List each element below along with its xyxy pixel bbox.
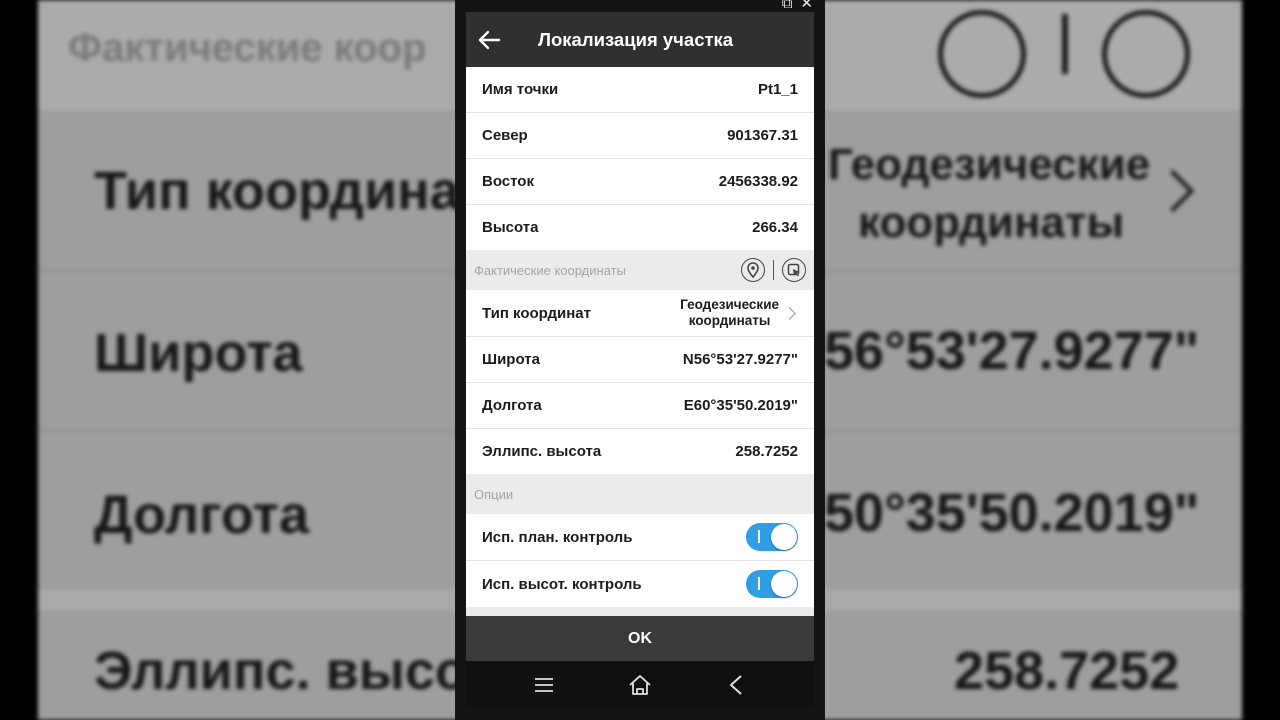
plan-control-label: Исп. план. контроль bbox=[482, 528, 633, 546]
menu-icon bbox=[535, 677, 553, 692]
latitude-value: N56°53'27.9277" bbox=[682, 351, 798, 368]
bg-longitude-label: Долгота bbox=[94, 485, 309, 545]
bg-latitude-value: 56°53'27.9277" bbox=[824, 321, 1200, 381]
app-screen: Локализация участка Имя точки Pt1_1 Севе… bbox=[466, 12, 814, 708]
longitude-label: Долгота bbox=[482, 397, 542, 414]
height-value: 266.34 bbox=[752, 219, 798, 236]
bg-coord-type-value-1: Геодезические bbox=[828, 140, 1151, 189]
longitude-value: E60°35'50.2019" bbox=[683, 397, 798, 414]
height-control-label: Исп. высот. контроль bbox=[482, 575, 642, 593]
bg-select-icon bbox=[1102, 10, 1190, 98]
options-section-header: Опции bbox=[466, 474, 814, 514]
bg-latitude-label: Широта bbox=[94, 323, 303, 383]
toggle-on-mark bbox=[758, 530, 760, 543]
section-tools bbox=[740, 258, 806, 282]
latitude-label: Широта bbox=[482, 351, 540, 368]
close-icon[interactable]: ✕ bbox=[800, 0, 813, 11]
coord-type-value-line2: координаты bbox=[688, 313, 771, 328]
plan-control-row: Исп. план. контроль bbox=[466, 514, 814, 561]
section-title: Фактические координаты bbox=[474, 262, 626, 278]
coord-type-selector[interactable]: Геодезические координаты bbox=[680, 297, 798, 329]
coord-type-label: Тип координат bbox=[482, 304, 591, 322]
popout-icon[interactable]: ⧉ bbox=[782, 0, 793, 11]
bg-chevron-icon bbox=[1151, 169, 1195, 213]
bg-ellipse-value: 258.7252 bbox=[954, 641, 1180, 701]
coord-type-row[interactable]: Тип координат Геодезические координаты bbox=[466, 290, 814, 337]
height-label: Высота bbox=[482, 219, 539, 236]
select-point-button[interactable] bbox=[782, 258, 806, 282]
east-label: Восток bbox=[482, 173, 534, 190]
back-chevron-icon bbox=[730, 674, 742, 695]
bg-coord-type-label: Тип координат bbox=[94, 161, 487, 221]
north-label: Север bbox=[482, 127, 528, 144]
bg-separator bbox=[1062, 14, 1068, 74]
east-row[interactable]: Восток 2456338.92 bbox=[466, 159, 814, 205]
nav-back-button[interactable] bbox=[716, 665, 756, 705]
bg-longitude-value: 50°35'50.2019" bbox=[824, 483, 1200, 543]
location-pin-icon bbox=[746, 262, 759, 278]
actual-coords-section-header: Фактические координаты bbox=[466, 250, 814, 290]
home-button[interactable] bbox=[620, 665, 660, 705]
point-name-row[interactable]: Имя точки Pt1_1 bbox=[466, 67, 814, 113]
coord-type-value: Геодезические координаты bbox=[680, 297, 779, 329]
ellipsoid-height-label: Эллипс. высота bbox=[482, 443, 602, 460]
app-bar: Локализация участка bbox=[466, 12, 814, 67]
bg-section-header: Фактические коор bbox=[68, 26, 427, 70]
ok-button[interactable]: OK bbox=[466, 616, 814, 661]
east-value: 2456338.92 bbox=[718, 173, 798, 190]
select-point-icon bbox=[787, 263, 800, 277]
page-title: Локализация участка bbox=[538, 28, 734, 50]
ellipsoid-height-value: 258.7252 bbox=[735, 443, 798, 460]
bg-coord-type-value-2: координаты bbox=[858, 198, 1125, 247]
bg-location-icon bbox=[938, 10, 1026, 98]
height-control-row: Исп. высот. контроль bbox=[466, 561, 814, 607]
chevron-right-icon bbox=[783, 306, 796, 320]
ellipsoid-height-row[interactable]: Эллипс. высота 258.7252 bbox=[466, 429, 814, 474]
plan-control-toggle[interactable] bbox=[746, 523, 798, 551]
phone-frame: ⧉ ✕ Локализация участка Имя точки Pt1_1 … bbox=[455, 0, 825, 720]
coord-type-value-line1: Геодезические bbox=[680, 297, 779, 312]
toggle-knob bbox=[771, 524, 797, 550]
longitude-row[interactable]: Долгота E60°35'50.2019" bbox=[466, 383, 814, 429]
separator bbox=[772, 260, 774, 280]
arrow-left-icon bbox=[478, 30, 501, 49]
menu-button[interactable] bbox=[524, 665, 564, 705]
height-control-toggle[interactable] bbox=[746, 570, 798, 598]
section-title: Опции bbox=[474, 486, 514, 502]
latitude-row[interactable]: Широта N56°53'27.9277" bbox=[466, 337, 814, 383]
north-row[interactable]: Север 901367.31 bbox=[466, 113, 814, 159]
bg-ellipse-label: Эллипс. высот bbox=[94, 641, 493, 701]
home-icon bbox=[629, 674, 651, 695]
point-name-label: Имя точки bbox=[482, 81, 559, 98]
window-controls: ⧉ ✕ bbox=[782, 0, 813, 11]
toggle-on-mark bbox=[758, 577, 760, 590]
point-name-value: Pt1_1 bbox=[757, 81, 798, 98]
system-nav-bar bbox=[466, 661, 814, 708]
toggle-knob bbox=[771, 571, 797, 597]
back-button[interactable] bbox=[466, 30, 512, 50]
location-pin-button[interactable] bbox=[740, 258, 765, 282]
height-row[interactable]: Высота 266.34 bbox=[466, 205, 814, 250]
north-value: 901367.31 bbox=[727, 127, 798, 144]
